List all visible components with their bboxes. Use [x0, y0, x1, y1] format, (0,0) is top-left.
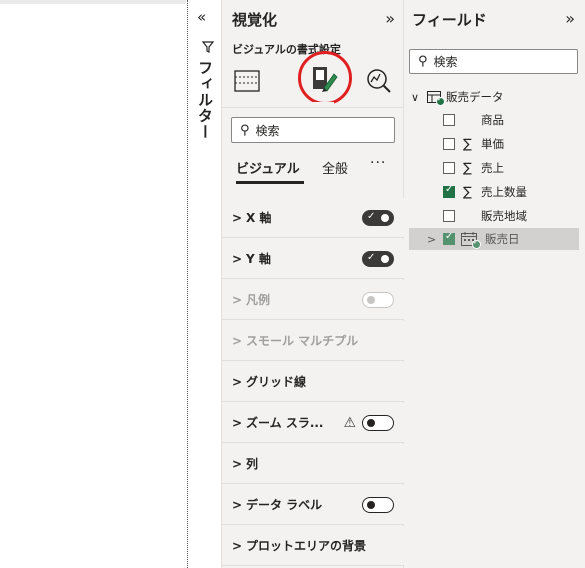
format-visual-icon[interactable] — [310, 64, 340, 94]
section-label: Y 軸 — [246, 252, 271, 266]
field-row-sales[interactable]: ∑ 売上 — [409, 157, 579, 179]
section-label: スモール マルチプル — [246, 334, 359, 348]
chevron-right-icon[interactable]: > — [427, 233, 436, 246]
more-options-icon[interactable]: ··· — [370, 155, 386, 171]
field-label: 販売日 — [485, 232, 520, 246]
visualization-mode-icons — [232, 51, 397, 105]
field-checkbox[interactable] — [443, 114, 455, 126]
visualizations-search-input[interactable]: ⚲ 検索 — [231, 117, 395, 143]
divider — [222, 107, 404, 108]
section-x-axis[interactable]: > X 軸 ✓ — [222, 198, 404, 238]
section-label: 凡例 — [246, 293, 271, 307]
table-name: 販売データ — [446, 90, 504, 104]
build-visual-icon[interactable] — [232, 66, 262, 96]
section-legend: > 凡例 — [222, 280, 404, 320]
section-label: グリッド線 — [246, 375, 307, 389]
data-labels-toggle[interactable] — [362, 496, 394, 513]
y-axis-toggle[interactable]: ✓ — [362, 250, 394, 267]
chevron-right-icon: > — [232, 415, 243, 430]
visualizations-pane: 視覚化 » ビジュアルの書式設定 ⚲ 検索 ビジュアル 全般 ··· > X 軸… — [222, 0, 404, 568]
analytics-icon[interactable] — [364, 66, 394, 96]
zoom-slider-toggle[interactable] — [362, 414, 394, 431]
collapse-fields-icon[interactable]: » — [565, 9, 575, 28]
section-y-axis[interactable]: > Y 軸 ✓ — [222, 239, 404, 279]
canvas-top-bar — [0, 0, 186, 4]
field-row-sales-date[interactable]: > 販売日 — [409, 228, 579, 250]
search-icon: ⚲ — [418, 54, 428, 69]
field-checkbox-checked[interactable] — [443, 231, 455, 245]
legend-toggle — [362, 291, 394, 308]
chevron-right-icon: > — [232, 538, 243, 553]
funnel-icon — [201, 41, 215, 53]
tab-visual[interactable]: ビジュアル — [236, 158, 300, 177]
section-label: プロットエリアの背景 — [246, 539, 367, 553]
section-zoom-slider[interactable]: > ズーム スラ... ⚠ — [222, 403, 404, 443]
visualizations-title: 視覚化 — [232, 11, 278, 29]
section-small-multiples: > スモール マルチプル — [222, 321, 404, 361]
sigma-icon: ∑ — [463, 160, 472, 176]
field-label: 販売地域 — [481, 209, 527, 223]
table-row-sales-data[interactable]: ∨ 販売データ — [409, 86, 579, 108]
chevron-right-icon: > — [232, 456, 243, 471]
expand-filters-icon[interactable]: « — [197, 8, 206, 26]
x-axis-toggle[interactable]: ✓ — [362, 209, 394, 226]
field-row-product[interactable]: 商品 — [409, 109, 579, 131]
in-use-check-icon — [436, 95, 445, 106]
collapse-visualizations-icon[interactable]: » — [385, 9, 395, 28]
section-columns[interactable]: > 列 — [222, 444, 404, 484]
field-row-sales-quantity[interactable]: ∑ 売上数量 — [409, 181, 579, 203]
field-checkbox-checked[interactable] — [443, 184, 455, 198]
sigma-icon: ∑ — [463, 184, 472, 200]
warning-icon: ⚠ — [343, 414, 356, 431]
field-label: 単価 — [481, 137, 504, 151]
field-label: 商品 — [481, 113, 504, 127]
format-tabs: ビジュアル 全般 ··· — [236, 155, 401, 184]
section-gridlines[interactable]: > グリッド線 — [222, 362, 404, 402]
chevron-right-icon: > — [232, 333, 243, 348]
field-row-sales-region[interactable]: 販売地域 — [409, 205, 579, 227]
chevron-right-icon: > — [232, 251, 243, 266]
field-checkbox[interactable] — [443, 210, 455, 222]
section-data-labels[interactable]: > データ ラベル — [222, 485, 404, 525]
section-label: ズーム スラ... — [246, 416, 324, 430]
chevron-down-icon[interactable]: ∨ — [411, 91, 419, 104]
section-label: データ ラベル — [246, 498, 323, 512]
chevron-right-icon: > — [232, 374, 243, 389]
section-label: 列 — [246, 457, 259, 471]
format-active-indicator — [310, 102, 334, 105]
chevron-right-icon: > — [232, 292, 243, 307]
filters-label[interactable]: フィルター — [195, 60, 216, 140]
section-label: X 軸 — [246, 211, 272, 225]
field-row-unit-price[interactable]: ∑ 単価 — [409, 133, 579, 155]
in-use-check-icon — [472, 238, 481, 249]
tab-visual-underline — [236, 181, 304, 184]
search-placeholder: 検索 — [433, 55, 458, 69]
search-placeholder: 検索 — [255, 123, 280, 138]
field-label: 売上数量 — [481, 185, 527, 199]
fields-search-input[interactable]: ⚲ 検索 — [409, 49, 578, 74]
fields-title: フィールド — [412, 11, 487, 29]
search-icon: ⚲ — [240, 122, 250, 138]
chevron-right-icon: > — [232, 497, 243, 512]
section-plot-area-background[interactable]: > プロットエリアの背景 — [222, 526, 404, 566]
fields-pane: フィールド » ⚲ 検索 ∨ 販売データ 商品 ∑ 単価 ∑ 売上 ∑ 売上数量… — [404, 0, 585, 568]
field-checkbox[interactable] — [443, 162, 455, 174]
filter-pane-collapsed[interactable]: « フィルター — [189, 0, 222, 568]
field-label: 売上 — [481, 161, 504, 175]
chevron-right-icon: > — [232, 210, 243, 225]
report-canvas[interactable] — [0, 0, 188, 568]
tab-general[interactable]: 全般 — [322, 158, 348, 177]
field-checkbox[interactable] — [443, 138, 455, 150]
sigma-icon: ∑ — [463, 136, 472, 152]
